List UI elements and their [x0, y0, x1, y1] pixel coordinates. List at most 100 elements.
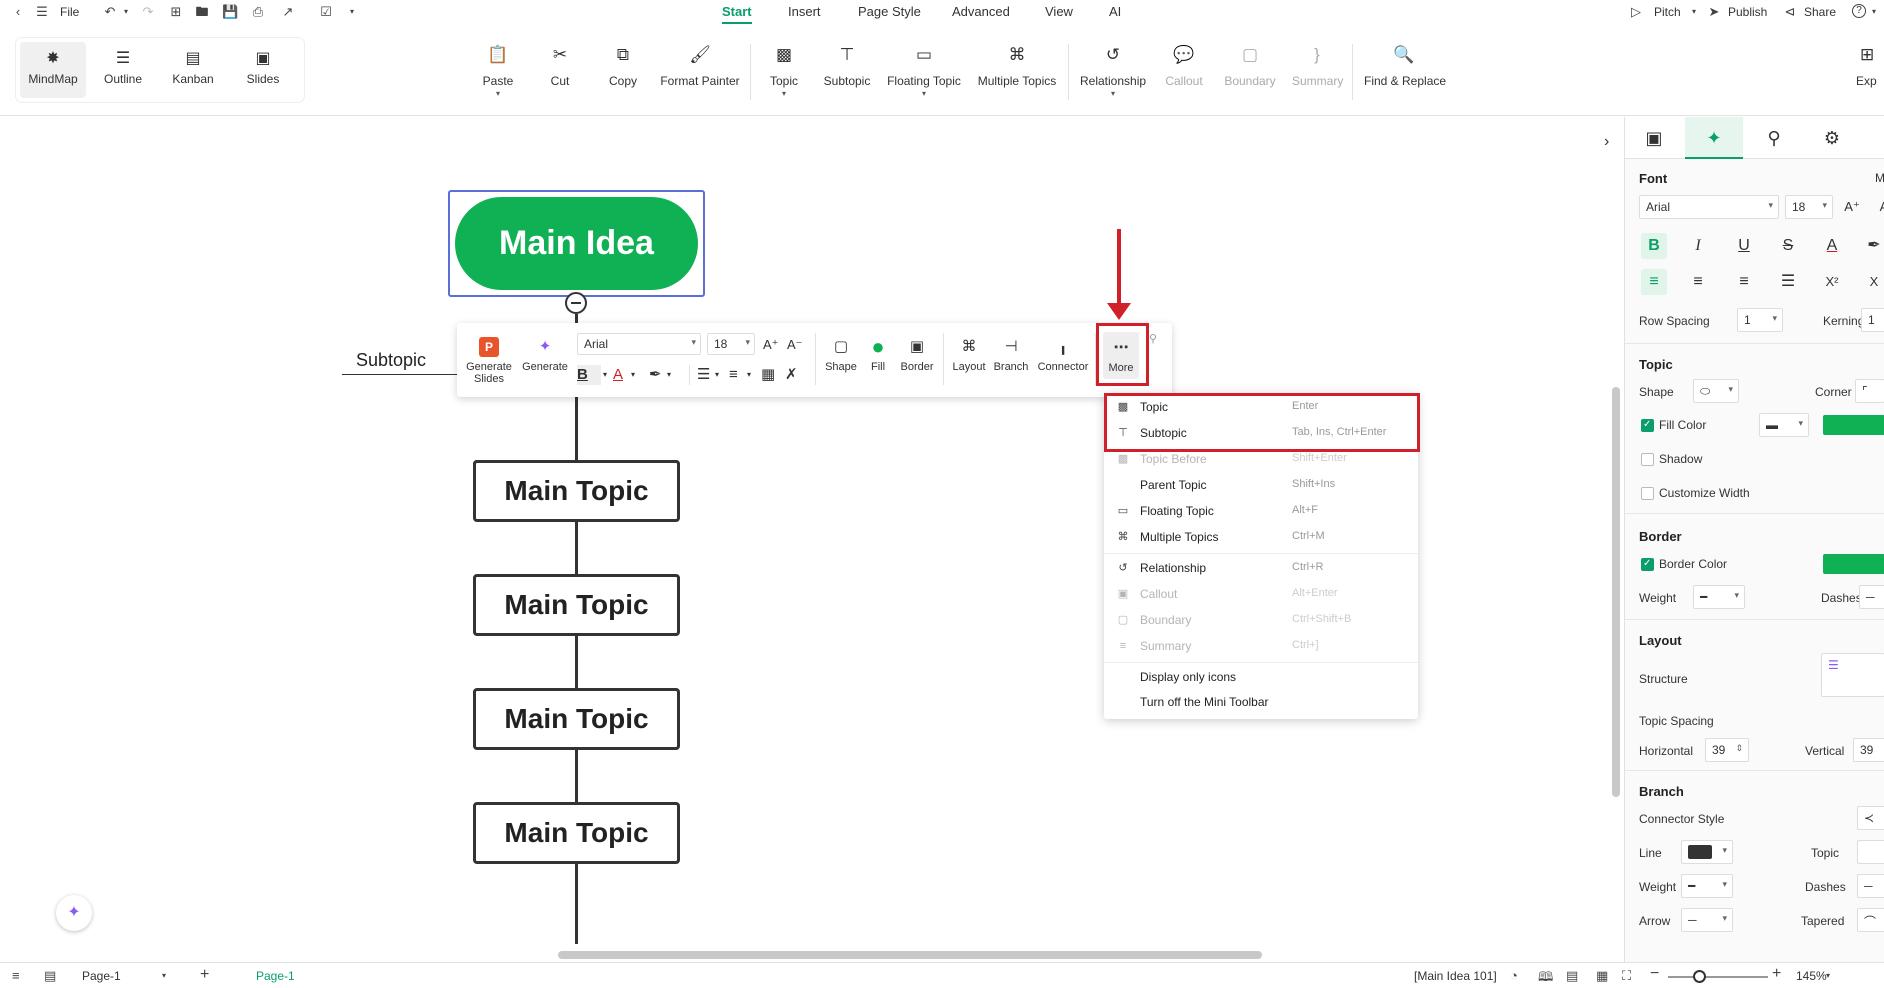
fill-button[interactable]: ● Fill [863, 336, 893, 374]
focus-mode-icon[interactable]: ◔ [1510, 968, 1518, 983]
tab-start[interactable]: Start [722, 4, 752, 24]
paste-dropdown-icon[interactable]: ▾ [478, 89, 518, 98]
generate-button[interactable]: ✦ Generate [521, 337, 569, 373]
zoom-dropdown-icon[interactable]: ▾ [1826, 971, 1830, 980]
collapse-panel-chevron-icon[interactable]: › [1604, 133, 1609, 151]
tapered-select[interactable]: ⌒ [1857, 908, 1884, 932]
menu-item-floating-topic[interactable]: ▭ Floating Topic Alt+F [1104, 499, 1418, 523]
decrease-font-icon[interactable]: A [1871, 194, 1884, 220]
tab-page-format[interactable]: ▣ [1625, 117, 1683, 159]
shape-select[interactable]: ⬭ ▾ [1693, 379, 1739, 403]
border-weight-select[interactable]: ━ ▾ [1693, 585, 1745, 609]
tab-more[interactable]: ◔ [1861, 117, 1884, 159]
undo-dropdown-icon[interactable]: ▾ [118, 4, 134, 20]
fill-color-checkbox[interactable] [1641, 419, 1654, 432]
vertical-scrollbar[interactable] [1612, 387, 1620, 797]
subtopic-node[interactable]: Subtopic [356, 350, 426, 371]
subtopic-button[interactable]: ⊤ Subtopic [822, 44, 872, 88]
shape-button[interactable]: ▢ Shape [823, 337, 859, 373]
border-dashes-select[interactable]: ─ [1859, 585, 1884, 609]
tab-page-style[interactable]: Page Style [858, 4, 921, 19]
zoom-out-icon[interactable]: − [1650, 965, 1659, 983]
tab-theme[interactable]: ⚙ [1803, 117, 1861, 159]
align-center-icon[interactable]: ≡ [1685, 269, 1711, 295]
new-file-icon[interactable]: ⊞ [168, 4, 184, 20]
find-replace-button[interactable]: 🔍 Find & Replace [1364, 44, 1446, 88]
share-button[interactable]: Share [1804, 5, 1836, 19]
line-color-select[interactable]: ▾ [1681, 840, 1733, 864]
menu-item-summary[interactable]: ≡ Summary Ctrl+] [1104, 634, 1418, 658]
menu-item-display-only-icons[interactable]: Display only icons [1104, 665, 1418, 689]
floating-topic-button[interactable]: ▭ Floating Topic ▾ [886, 44, 962, 98]
main-idea-topic[interactable]: Main Idea [455, 197, 698, 290]
page-tab[interactable]: Page-1 [256, 969, 295, 983]
font-color-dropdown-icon[interactable]: ▾ [631, 365, 651, 385]
main-topic-node[interactable]: Main Topic [473, 688, 680, 750]
fullscreen-icon[interactable]: ⛶ [1622, 968, 1631, 984]
border-color-swatch[interactable] [1823, 554, 1884, 574]
font-size-select[interactable]: 18 ▾ [707, 333, 755, 355]
page-thumbnail-icon[interactable]: ▤ [44, 968, 56, 984]
page-select[interactable]: Page-1 [82, 969, 121, 983]
branch-dashes-select[interactable]: ─ [1857, 874, 1884, 898]
print-icon[interactable]: ⎙ [250, 4, 266, 20]
panel-font-select[interactable]: Arial ▾ [1639, 195, 1779, 219]
align-left-icon[interactable]: ≡ [1641, 269, 1667, 295]
branch-button[interactable]: ⊣ Branch [991, 337, 1031, 373]
menu-item-turn-off-mini-toolbar[interactable]: Turn off the Mini Toolbar [1104, 690, 1418, 714]
view-slides[interactable]: ▣ Slides [230, 42, 296, 98]
export-button[interactable]: ⊞ Exp [1856, 44, 1884, 88]
fit-page-icon[interactable]: ▦ [1596, 968, 1608, 984]
tab-insert[interactable]: Insert [788, 4, 821, 19]
hamburger-menu-icon[interactable]: ☰ [34, 4, 50, 20]
open-folder-icon[interactable]: 🖿 [194, 4, 210, 20]
callout-button[interactable]: 💬 Callout [1164, 44, 1204, 88]
generate-slides-button[interactable]: P Generate Slides [465, 337, 513, 385]
tab-view[interactable]: View [1045, 4, 1073, 19]
collapse-branch-icon[interactable] [565, 292, 587, 314]
font-family-select[interactable]: Arial ▾ [577, 333, 701, 355]
zoom-slider-track[interactable] [1668, 976, 1768, 978]
strikethrough-icon[interactable]: S [1775, 233, 1801, 259]
paste-button[interactable]: 📋 Paste ▾ [478, 44, 518, 98]
align-left-icon[interactable]: ≡ [729, 365, 749, 385]
cut-button[interactable]: ✂ Cut [542, 44, 578, 88]
page-list-icon[interactable]: ≡ [12, 968, 20, 983]
main-topic-node[interactable]: Main Topic [473, 460, 680, 522]
main-topic-node[interactable]: Main Topic [473, 802, 680, 864]
bold-icon[interactable]: B [1641, 233, 1667, 259]
view-outline[interactable]: ☰ Outline [90, 42, 156, 98]
row-spacing-select[interactable]: 1 ▾ [1737, 308, 1783, 332]
superscript-icon[interactable]: X² [1819, 269, 1845, 295]
relationship-dropdown-icon[interactable]: ▾ [1080, 89, 1146, 98]
connector-style-select[interactable]: ≺ [1857, 806, 1884, 830]
highlighter-dropdown-icon[interactable]: ▾ [667, 365, 687, 385]
book-view-icon[interactable]: 🕮 [1538, 968, 1553, 988]
numbered-list-icon[interactable]: ☰ [697, 365, 717, 385]
customize-width-checkbox[interactable] [1641, 487, 1654, 500]
tab-mark[interactable]: ⚲ [1745, 117, 1803, 159]
undo-icon[interactable]: ↶ [102, 4, 118, 20]
view-mindmap[interactable]: ✸ MindMap [20, 42, 86, 98]
increase-font-icon[interactable]: A⁺ [763, 335, 783, 355]
more-dropdown-icon[interactable]: ▾ [344, 4, 360, 20]
ai-assistant-button[interactable]: ✦ [56, 895, 92, 931]
pitch-dropdown-icon[interactable]: ▾ [1686, 4, 1702, 20]
bold-icon[interactable]: B [577, 365, 601, 385]
checklist-icon[interactable]: ☑ [318, 4, 334, 20]
clear-format-icon[interactable]: ✗ [785, 365, 805, 385]
file-menu[interactable]: File [60, 5, 79, 19]
kerning-input[interactable]: 1 [1861, 308, 1884, 332]
layout-button[interactable]: ⌘ Layout [949, 337, 989, 373]
branch-weight-select[interactable]: ━ ▾ [1681, 874, 1733, 898]
floating-topic-dropdown-icon[interactable]: ▾ [886, 89, 962, 98]
arrow-select[interactable]: ─ ▾ [1681, 908, 1733, 932]
menu-item-parent-topic[interactable]: Parent Topic Shift+Ins [1104, 473, 1418, 497]
summary-button[interactable]: } Summary [1292, 44, 1343, 88]
publish-button[interactable]: Publish [1728, 5, 1767, 19]
menu-item-multiple-topics[interactable]: ⌘ Multiple Topics Ctrl+M [1104, 525, 1418, 549]
pin-icon[interactable]: ⚲ [1149, 329, 1169, 349]
shadow-checkbox[interactable] [1641, 453, 1654, 466]
highlighter-icon[interactable]: ✒ [649, 365, 669, 385]
menu-item-callout[interactable]: ▣ Callout Alt+Enter [1104, 582, 1418, 606]
